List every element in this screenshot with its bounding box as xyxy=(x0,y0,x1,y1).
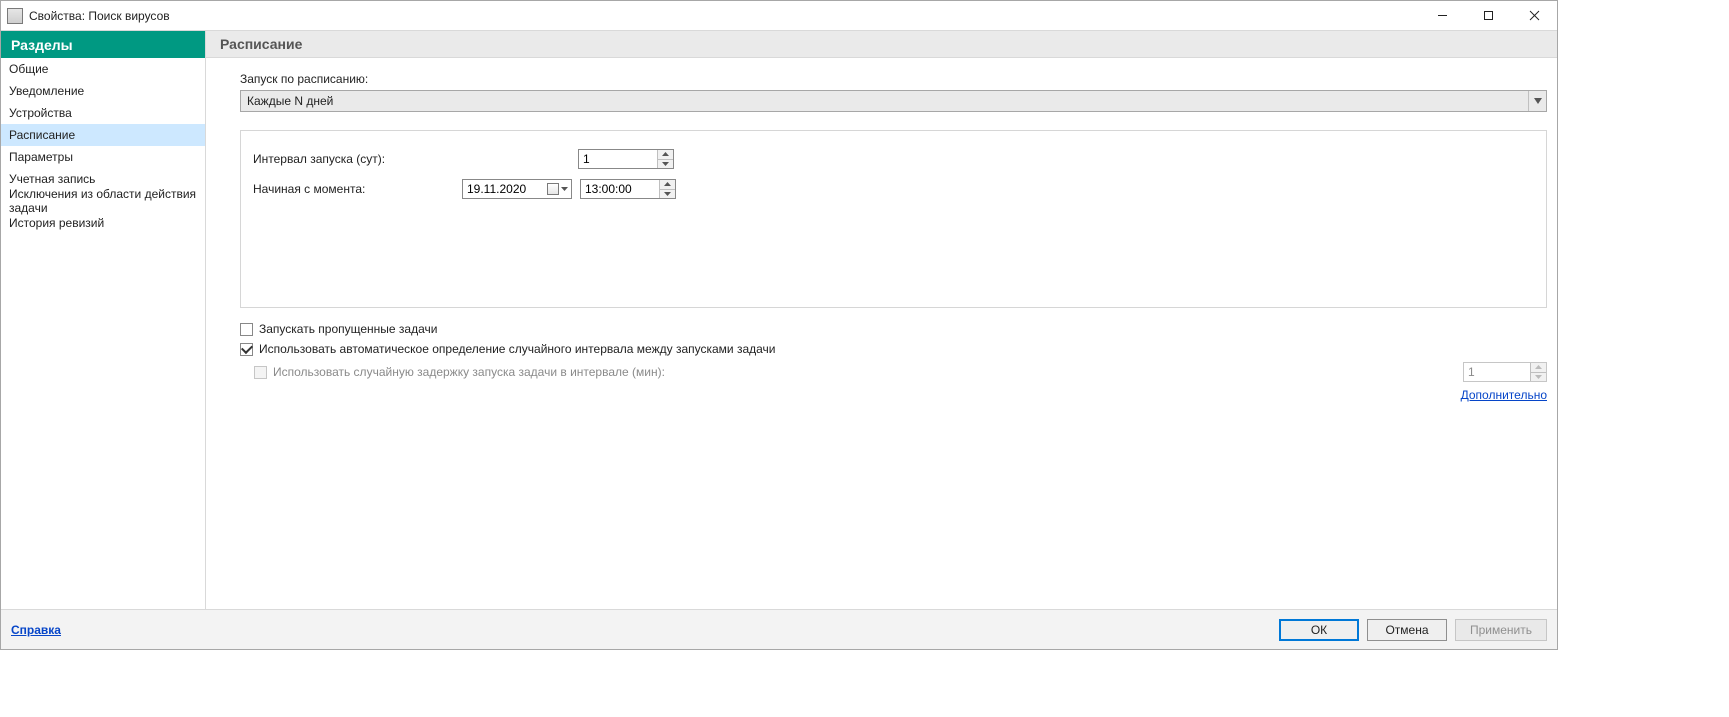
random-delay-stepper xyxy=(1463,362,1547,382)
maximize-button[interactable] xyxy=(1465,1,1511,31)
random-delay-checkbox xyxy=(254,366,267,379)
cancel-label: Отмена xyxy=(1385,623,1428,637)
interval-stepper[interactable] xyxy=(578,149,674,169)
sidebar-item-revisions[interactable]: История ревизий xyxy=(1,212,205,234)
random-delay-spinner xyxy=(1530,363,1546,381)
spin-down-icon[interactable] xyxy=(658,159,673,169)
ok-label: ОК xyxy=(1311,623,1327,637)
random-delay-label: Использовать случайную задержку запуска … xyxy=(273,365,665,379)
sidebar-item-label: Учетная запись xyxy=(9,172,95,186)
auto-random-checkbox[interactable] xyxy=(240,343,253,356)
properties-window: Свойства: Поиск вирусов Разделы Общие Ув… xyxy=(0,0,1558,650)
help-link[interactable]: Справка xyxy=(11,623,61,637)
start-date-picker[interactable] xyxy=(462,179,572,199)
sidebar-item-label: Общие xyxy=(9,62,48,76)
schedule-type-combo[interactable]: Каждые N дней xyxy=(240,90,1547,112)
sidebar-item-label: Исключения из области действия задачи xyxy=(9,187,197,215)
sidebar-header: Разделы xyxy=(1,31,205,58)
apply-label: Применить xyxy=(1470,623,1532,637)
main-panel: Расписание Запуск по расписанию: Каждые … xyxy=(206,31,1557,609)
apply-button: Применить xyxy=(1455,619,1547,641)
titlebar: Свойства: Поиск вирусов xyxy=(1,1,1557,31)
chevron-down-icon xyxy=(1528,91,1546,111)
sidebar-item-parameters[interactable]: Параметры xyxy=(1,146,205,168)
ok-button[interactable]: ОК xyxy=(1279,619,1359,641)
sidebar-item-exclusions[interactable]: Исключения из области действия задачи xyxy=(1,190,205,212)
time-spinner[interactable] xyxy=(659,180,675,198)
start-time-stepper[interactable] xyxy=(580,179,676,199)
sidebar-item-label: Уведомление xyxy=(9,84,84,98)
schedule-details-group: Интервал запуска (сут): Начиная с момент… xyxy=(240,130,1547,308)
sidebar-item-label: Параметры xyxy=(9,150,73,164)
spin-down-icon xyxy=(1531,372,1546,382)
sidebar-item-devices[interactable]: Устройства xyxy=(1,102,205,124)
sidebar-item-general[interactable]: Общие xyxy=(1,58,205,80)
calendar-icon xyxy=(547,183,559,195)
spin-up-icon[interactable] xyxy=(658,150,673,159)
cancel-button[interactable]: Отмена xyxy=(1367,619,1447,641)
interval-label: Интервал запуска (сут): xyxy=(253,152,578,166)
run-missed-checkbox[interactable] xyxy=(240,323,253,336)
date-dropdown-icon[interactable] xyxy=(543,180,571,198)
sidebar-item-label: Устройства xyxy=(9,106,72,120)
window-title: Свойства: Поиск вирусов xyxy=(29,9,170,23)
start-from-label: Начиная с момента: xyxy=(253,182,462,196)
schedule-type-value: Каждые N дней xyxy=(247,94,333,108)
footer: Справка ОК Отмена Применить xyxy=(1,609,1557,649)
sidebar-item-label: Расписание xyxy=(9,128,75,142)
start-date-input[interactable] xyxy=(463,182,535,196)
sidebar: Разделы Общие Уведомление Устройства Рас… xyxy=(1,31,206,609)
app-icon xyxy=(7,8,23,24)
sidebar-item-label: История ревизий xyxy=(9,216,104,230)
spin-up-icon[interactable] xyxy=(660,180,675,189)
schedule-type-label: Запуск по расписанию: xyxy=(240,72,1547,86)
close-button[interactable] xyxy=(1511,1,1557,31)
page-title: Расписание xyxy=(206,31,1557,58)
spin-up-icon xyxy=(1531,363,1546,372)
advanced-link[interactable]: Дополнительно xyxy=(1461,388,1547,402)
sidebar-item-notification[interactable]: Уведомление xyxy=(1,80,205,102)
run-missed-label: Запускать пропущенные задачи xyxy=(259,322,437,336)
minimize-button[interactable] xyxy=(1419,1,1465,31)
sidebar-item-schedule[interactable]: Расписание xyxy=(1,124,205,146)
spin-down-icon[interactable] xyxy=(660,189,675,199)
interval-spinner[interactable] xyxy=(657,150,673,168)
auto-random-label: Использовать автоматическое определение … xyxy=(259,342,776,356)
